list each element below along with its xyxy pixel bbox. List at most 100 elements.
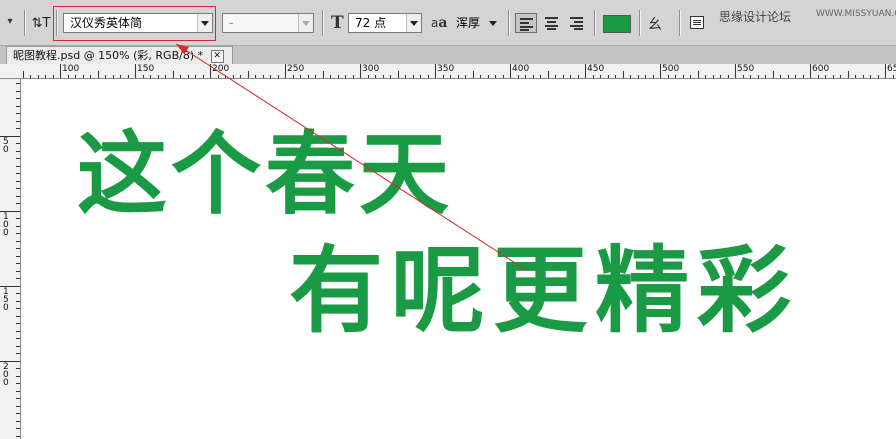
ruler-minor-tick	[472, 71, 474, 78]
ruler-minor-tick	[127, 75, 129, 78]
ruler-minor-tick	[16, 315, 20, 317]
ruler-minor-tick	[405, 75, 406, 78]
ruler-minor-tick	[16, 120, 20, 122]
antialias-select[interactable]: 浑厚	[449, 13, 501, 33]
tool-preset-dropdown[interactable]: ▾	[0, 10, 20, 34]
ruler-label: 350	[437, 64, 455, 74]
align-center-button[interactable]	[541, 13, 563, 33]
text-color-swatch[interactable]	[603, 15, 631, 33]
warp-text-icon[interactable]: ⺓	[648, 14, 662, 34]
vertical-ruler[interactable]: 50 100 150 200	[0, 79, 21, 439]
ruler-minor-tick	[877, 75, 879, 78]
watermark-url: WWW.MISSYUAN.COM	[816, 9, 896, 19]
ruler-major-tick	[210, 64, 211, 78]
ruler-minor-tick	[817, 75, 819, 78]
ruler-minor-tick	[16, 308, 20, 309]
ruler-major-tick	[135, 64, 136, 78]
ruler-minor-tick	[52, 75, 54, 78]
watermark-text: 思缘设计论坛	[719, 10, 792, 24]
ruler-major-tick	[660, 64, 661, 78]
ruler-minor-tick	[682, 75, 684, 78]
ruler-major-tick	[60, 64, 61, 78]
ruler-minor-tick	[16, 188, 20, 189]
ruler-minor-tick	[847, 71, 849, 78]
text-orientation-toggle-icon[interactable]: ⇅T	[30, 14, 52, 34]
ruler-label: 50	[3, 137, 9, 155]
chevron-down-icon[interactable]	[486, 14, 500, 32]
ruler-minor-tick	[120, 75, 121, 78]
ruler-minor-tick	[16, 165, 20, 167]
toolbar-divider	[679, 10, 681, 36]
ruler-minor-tick	[697, 71, 699, 78]
ruler-minor-tick	[622, 71, 624, 78]
font-style-select[interactable]: -	[222, 13, 314, 33]
ruler-minor-tick	[562, 75, 564, 78]
toolbar-divider	[322, 10, 324, 36]
font-size-icon: T	[331, 13, 344, 33]
font-family-highlight-box	[53, 6, 216, 41]
ruler-minor-tick	[16, 240, 20, 242]
ruler-minor-tick	[16, 225, 20, 227]
horizontal-ruler[interactable]: 100 150 200 250 300 350 400 450 500 550 600 65	[0, 64, 896, 79]
ruler-minor-tick	[16, 353, 20, 354]
ruler-minor-tick	[240, 75, 241, 78]
ruler-major-tick	[510, 64, 511, 78]
character-panel-icon[interactable]	[690, 16, 704, 29]
chevron-down-icon[interactable]	[406, 14, 421, 32]
ruler-major-tick	[435, 64, 436, 78]
ruler-label: 150	[3, 287, 9, 313]
ruler-minor-tick	[16, 300, 20, 302]
ruler-minor-tick	[592, 75, 594, 78]
ruler-minor-tick	[300, 75, 301, 78]
font-size-select[interactable]: 72 点	[348, 13, 422, 33]
ruler-minor-tick	[570, 75, 571, 78]
ruler-minor-tick	[480, 75, 481, 78]
ruler-minor-tick	[16, 173, 20, 174]
toolbar-divider	[24, 10, 26, 36]
ruler-minor-tick	[577, 75, 579, 78]
chevron-down-icon[interactable]	[298, 14, 313, 32]
ruler-minor-tick	[450, 75, 451, 78]
ruler-minor-tick	[16, 435, 20, 437]
ruler-minor-tick	[150, 75, 151, 78]
ruler-minor-tick	[345, 75, 346, 78]
align-left-button[interactable]	[515, 13, 537, 33]
ruler-minor-tick	[645, 75, 646, 78]
ruler-minor-tick	[427, 75, 429, 78]
ruler-minor-tick	[16, 428, 20, 429]
ruler-minor-tick	[90, 75, 91, 78]
ruler-minor-tick	[16, 368, 20, 369]
ruler-minor-tick	[16, 180, 20, 182]
ruler-minor-tick	[16, 233, 20, 234]
ruler-minor-tick	[16, 128, 20, 129]
ruler-minor-tick	[172, 71, 174, 78]
antialias-icon: aa	[431, 15, 448, 31]
ruler-minor-tick	[16, 210, 20, 212]
ruler-minor-tick	[16, 420, 20, 422]
ruler-label: 550	[737, 64, 755, 74]
ruler-minor-tick	[187, 75, 189, 78]
ruler-minor-tick	[16, 285, 20, 287]
document-canvas[interactable]: 这个春天 有呢更精彩	[21, 79, 896, 439]
ruler-minor-tick	[16, 405, 20, 407]
ruler-minor-tick	[652, 75, 654, 78]
ruler-minor-tick	[615, 75, 616, 78]
ruler-minor-tick	[97, 71, 99, 78]
ruler-minor-tick	[765, 75, 766, 78]
ruler-minor-tick	[16, 90, 20, 92]
ruler-minor-tick	[22, 71, 24, 78]
ruler-minor-tick	[375, 75, 376, 78]
ruler-minor-tick	[37, 75, 39, 78]
align-right-button[interactable]	[566, 13, 588, 33]
antialias-value: 浑厚	[456, 16, 481, 30]
ruler-minor-tick	[202, 75, 204, 78]
document-tab[interactable]: 昵图教程.psd @ 150% (彩, RGB/8) * ✕	[6, 46, 233, 64]
ruler-minor-tick	[742, 75, 744, 78]
ruler-minor-tick	[16, 398, 20, 399]
ruler-minor-tick	[16, 278, 20, 279]
ruler-minor-tick	[840, 75, 841, 78]
ruler-minor-tick	[247, 71, 249, 78]
close-icon[interactable]: ✕	[210, 49, 224, 63]
ruler-minor-tick	[442, 75, 444, 78]
ruler-minor-tick	[780, 75, 781, 78]
